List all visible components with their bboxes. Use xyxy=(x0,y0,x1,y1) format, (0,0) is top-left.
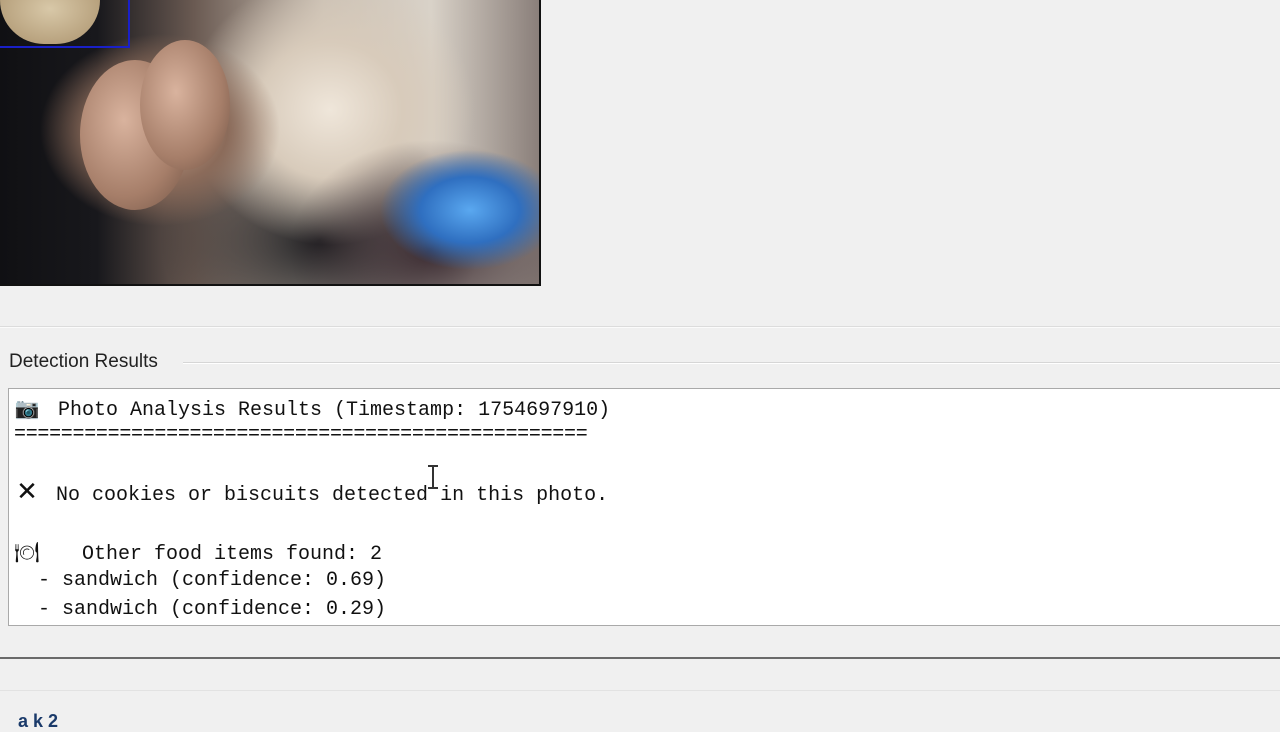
other-food-text: Other food items found: 2 xyxy=(58,543,383,566)
results-header-text: Photo Analysis Results (Timestamp: 17546… xyxy=(58,399,611,422)
food-item: - sandwich (confidence: 0.69) xyxy=(14,569,387,592)
group-box-line xyxy=(183,362,1280,364)
results-header-line: 📷 Photo Analysis Results (Timestamp: 1754… xyxy=(14,396,611,422)
status-line: ✕ No cookies or biscuits detected in this… xyxy=(14,477,609,507)
detection-results-label: Detection Results xyxy=(9,351,158,372)
detection-bounding-box xyxy=(0,0,130,48)
status-text: No cookies or biscuits detected in this … xyxy=(56,484,609,507)
results-separator: ========================================… xyxy=(14,423,588,446)
results-textbox[interactable]: 📷 Photo Analysis Results (Timestamp: 1754… xyxy=(8,388,1280,626)
camera-icon: 📷 xyxy=(14,396,40,420)
other-food-line: 🍽 Other food items found: 2 xyxy=(14,540,382,566)
camera-preview xyxy=(0,0,541,286)
food-item: - sandwich (confidence: 0.29) xyxy=(14,598,387,621)
section-divider xyxy=(0,326,1280,328)
cross-icon: ✕ xyxy=(16,477,38,507)
finger-shape xyxy=(140,40,230,170)
section-divider xyxy=(0,657,1280,659)
bottom-cut-off-text: a k 2 xyxy=(18,711,59,731)
section-divider xyxy=(0,690,1280,691)
plate-icon: 🍽 xyxy=(14,540,40,564)
text-cursor-icon xyxy=(428,465,438,489)
